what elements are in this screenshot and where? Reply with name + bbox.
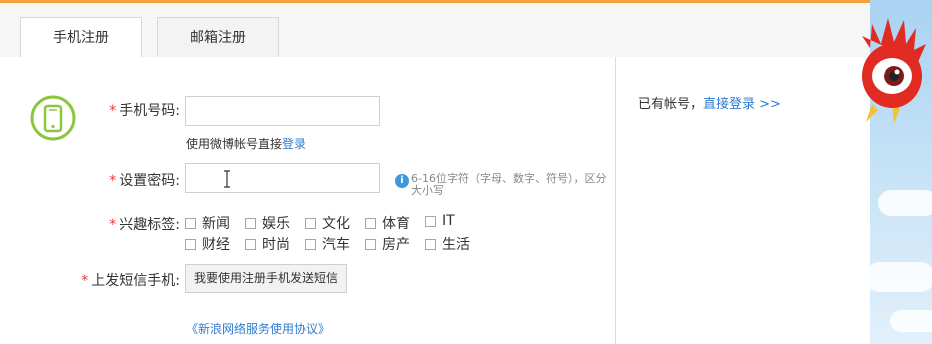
- weibo-login-link[interactable]: 登录: [282, 137, 306, 151]
- required-mark: *: [109, 217, 117, 233]
- interest-checkbox-culture[interactable]: 文化: [305, 213, 350, 233]
- text-cursor-icon: [222, 170, 232, 188]
- checkbox[interactable]: [425, 215, 436, 227]
- sky-decoration: [862, 0, 932, 344]
- phone-label: * 手机号码:: [109, 103, 180, 119]
- sms-label: * 上发短信手机:: [81, 273, 180, 289]
- checkbox[interactable]: [185, 217, 196, 229]
- register-form: * 手机号码: 使用微博帐号直接登录 * 设置密码: i 6-16位字符（字母、数字…: [0, 57, 615, 344]
- interest-checkbox-auto[interactable]: 汽车: [305, 234, 350, 254]
- password-label: * 设置密码:: [109, 173, 180, 189]
- checkbox[interactable]: [185, 238, 196, 250]
- interest-checkbox-entertainment[interactable]: 娱乐: [245, 213, 290, 233]
- cloud-shape: [878, 190, 932, 216]
- checkbox[interactable]: [365, 238, 376, 250]
- phone-input[interactable]: [185, 96, 380, 126]
- interest-checkbox-finance[interactable]: 财经: [185, 234, 230, 254]
- password-input[interactable]: [185, 163, 380, 193]
- interest-checkbox-life[interactable]: 生活: [425, 234, 470, 254]
- checkbox[interactable]: [305, 238, 316, 250]
- mobile-phone-icon: [30, 95, 76, 141]
- required-mark: *: [109, 103, 117, 119]
- send-sms-button[interactable]: 我要使用注册手机发送短信: [185, 264, 348, 293]
- checkbox[interactable]: [245, 238, 256, 250]
- existing-account-prompt: 已有帐号，直接登录 >>: [638, 97, 781, 112]
- interest-checkbox-realestate[interactable]: 房产: [365, 234, 410, 254]
- cloud-shape: [890, 310, 932, 332]
- checkbox[interactable]: [305, 217, 316, 229]
- weibo-eye-mascot: [854, 14, 930, 124]
- interest-checkbox-news[interactable]: 新闻: [185, 213, 230, 233]
- interest-checkbox-it[interactable]: IT: [425, 213, 455, 229]
- info-icon: i: [395, 174, 409, 188]
- weibo-login-hint: 使用微博帐号直接登录: [186, 137, 307, 151]
- direct-login-link[interactable]: 直接登录 >>: [703, 97, 781, 112]
- required-mark: *: [109, 173, 117, 189]
- interest-checkbox-sports[interactable]: 体育: [365, 213, 410, 233]
- checkbox[interactable]: [425, 238, 436, 250]
- password-tip: 6-16位字符（字母、数字、符号），区分大小写: [411, 172, 607, 197]
- tab-strip: 手机注册 邮箱注册: [0, 3, 870, 58]
- service-agreement-link[interactable]: 《新浪网络服务使用协议》: [186, 320, 330, 337]
- tab-email-register[interactable]: 邮箱注册: [157, 17, 279, 57]
- login-side-panel: 已有帐号，直接登录 >>: [616, 57, 870, 344]
- interest-checkbox-fashion[interactable]: 时尚: [245, 234, 290, 254]
- cloud-shape: [865, 262, 932, 292]
- checkbox[interactable]: [245, 217, 256, 229]
- interest-label: * 兴趣标签:: [109, 217, 180, 233]
- checkbox[interactable]: [365, 217, 376, 229]
- required-mark: *: [81, 273, 89, 289]
- tab-phone-register[interactable]: 手机注册: [20, 17, 142, 58]
